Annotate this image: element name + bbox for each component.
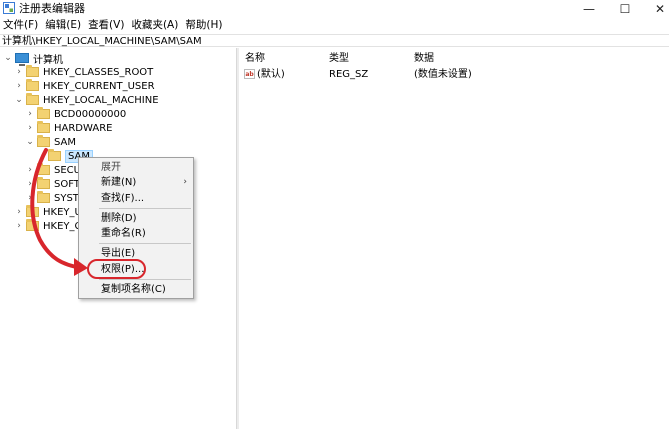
values-pane: 名称 类型 数据 ab (默认) REG_SZ (数值未设置): [239, 48, 669, 429]
ctx-item-rename[interactable]: 重命名(R): [79, 226, 193, 241]
folder-icon: [26, 65, 39, 77]
folder-icon: [37, 191, 50, 203]
chevron-right-icon[interactable]: ›: [14, 219, 24, 233]
chevron-right-icon[interactable]: ›: [14, 205, 24, 219]
chevron-right-icon[interactable]: ›: [25, 177, 35, 191]
list-row[interactable]: ab (默认) REG_SZ (数值未设置): [239, 68, 669, 82]
value-name: (默认): [257, 69, 285, 80]
close-button[interactable]: ✕: [640, 0, 669, 17]
tree-root-computer[interactable]: ⌄ 计算机: [3, 51, 63, 66]
menu-favorites[interactable]: 收藏夹(A): [128, 18, 182, 33]
maximize-button[interactable]: ☐: [605, 0, 645, 17]
tree-item-bcd[interactable]: › BCD00000000: [25, 107, 126, 121]
tree-label: HKEY_CLASSES_ROOT: [43, 66, 154, 78]
column-header-type[interactable]: 类型: [329, 52, 349, 66]
menu-view[interactable]: 查看(V): [85, 18, 128, 33]
menu-divider: [99, 208, 191, 209]
ctx-item-copy-key-name[interactable]: 复制项名称(C): [79, 282, 193, 297]
chevron-right-icon[interactable]: ›: [25, 107, 35, 121]
folder-icon: [26, 219, 39, 231]
registry-editor-icon: [3, 2, 15, 14]
chevron-right-icon[interactable]: ›: [25, 121, 35, 135]
tree-label: 计算机: [33, 54, 63, 66]
tree-label: HKEY_LOCAL_MACHINE: [43, 94, 159, 106]
window-title: 注册表编辑器: [19, 2, 85, 15]
column-header-name[interactable]: 名称: [245, 52, 265, 66]
menu-file[interactable]: 文件(F): [0, 18, 42, 33]
ctx-item-permissions[interactable]: 权限(P)...: [79, 262, 193, 277]
ctx-item-new[interactable]: 新建(N) ›: [79, 175, 193, 190]
folder-icon: [26, 93, 39, 105]
menu-help[interactable]: 帮助(H): [182, 18, 226, 33]
chevron-down-icon[interactable]: ⌄: [3, 51, 13, 65]
maximize-icon: ☐: [619, 1, 631, 16]
chevron-right-icon[interactable]: ›: [25, 191, 35, 205]
column-header-data[interactable]: 数据: [414, 52, 434, 66]
chevron-right-icon[interactable]: ›: [14, 65, 24, 79]
tree-item-hkey-classes-root[interactable]: › HKEY_CLASSES_ROOT: [14, 65, 153, 79]
folder-icon: [26, 79, 39, 91]
tree-label: SAM: [54, 136, 77, 148]
ctx-item-label: 新建(N): [101, 177, 137, 188]
computer-icon: [15, 53, 29, 66]
ctx-item-delete[interactable]: 删除(D): [79, 211, 193, 226]
chevron-right-icon[interactable]: ›: [25, 163, 35, 177]
minimize-icon: —: [583, 1, 595, 16]
close-icon: ✕: [654, 1, 666, 16]
chevron-down-icon[interactable]: ⌄: [25, 135, 35, 149]
string-value-icon: ab: [244, 69, 255, 79]
chevron-right-icon: ›: [183, 177, 187, 187]
ctx-item-export[interactable]: 导出(E): [79, 246, 193, 261]
ctx-item-expand[interactable]: 展开: [79, 160, 193, 175]
folder-icon: [37, 107, 50, 119]
tree-item-hardware[interactable]: › HARDWARE: [25, 121, 112, 135]
menu-edit[interactable]: 编辑(E): [42, 18, 85, 33]
menu-divider: [99, 243, 191, 244]
folder-icon: [37, 163, 50, 175]
chevron-right-icon[interactable]: ›: [14, 79, 24, 93]
value-data: (数值未设置): [414, 69, 472, 80]
tree-item-hkey-current-user[interactable]: › HKEY_CURRENT_USER: [14, 79, 155, 93]
tree-label: BCD00000000: [54, 108, 127, 120]
menu-bar: 文件(F) 编辑(E) 查看(V) 收藏夹(A) 帮助(H): [0, 18, 226, 33]
value-type: REG_SZ: [329, 69, 369, 80]
folder-icon: [26, 205, 39, 217]
folder-icon: [37, 177, 50, 189]
folder-icon: [48, 149, 61, 161]
tree-label: HARDWARE: [54, 122, 113, 134]
ctx-item-find[interactable]: 查找(F)...: [79, 191, 193, 206]
chevron-down-icon[interactable]: ⌄: [14, 93, 24, 107]
tree-label: HKEY_CURRENT_USER: [43, 80, 155, 92]
address-bar[interactable]: 计算机\HKEY_LOCAL_MACHINE\SAM\SAM: [0, 34, 669, 47]
list-header: 名称 类型 数据: [239, 52, 669, 66]
folder-icon: [37, 135, 50, 147]
context-menu: 展开 新建(N) › 查找(F)... 删除(D) 重命名(R) 导出(E) 权…: [78, 157, 194, 299]
title-bar: 注册表编辑器 — ☐ ✕: [0, 0, 669, 17]
minimize-button[interactable]: —: [569, 0, 609, 17]
tree-item-sam[interactable]: ⌄ SAM: [25, 135, 76, 149]
menu-divider: [99, 279, 191, 280]
folder-icon: [37, 121, 50, 133]
tree-item-hkey-local-machine[interactable]: ⌄ HKEY_LOCAL_MACHINE: [14, 93, 159, 107]
